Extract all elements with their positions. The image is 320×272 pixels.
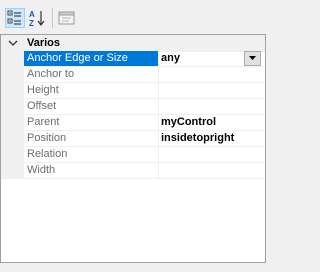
category-label: Varios — [27, 37, 61, 49]
property-name[interactable]: Relation — [24, 147, 158, 162]
property-name[interactable]: Position — [24, 131, 158, 146]
property-value[interactable] — [159, 147, 265, 162]
property-name[interactable]: Width — [24, 163, 158, 178]
dropdown-arrow-icon — [249, 56, 256, 60]
dropdown-button[interactable] — [244, 51, 261, 66]
category-row-varios[interactable]: Varios — [1, 35, 265, 52]
property-value[interactable] — [159, 99, 265, 114]
property-name[interactable]: Offset — [24, 99, 158, 114]
property-row-parent[interactable]: Parent myControl — [24, 115, 265, 131]
property-name[interactable]: Height — [24, 83, 158, 98]
property-row-offset[interactable]: Offset — [24, 99, 265, 115]
property-pages-button[interactable] — [57, 8, 77, 28]
property-row-height[interactable]: Height — [24, 83, 265, 99]
categorized-view-button[interactable] — [5, 8, 25, 28]
property-name[interactable]: Parent — [24, 115, 158, 130]
property-value[interactable]: myControl — [159, 115, 265, 130]
svg-text:A: A — [29, 10, 35, 19]
property-row-anchor-to[interactable]: Anchor to — [24, 67, 265, 83]
property-grid-margin — [1, 51, 24, 179]
property-grid: Varios Anchor Edge or Size any Anchor to… — [0, 34, 266, 263]
property-value[interactable] — [159, 67, 265, 82]
toolbar-separator — [52, 8, 53, 28]
svg-text:Z: Z — [29, 19, 34, 28]
property-name[interactable]: Anchor Edge or Size — [24, 51, 158, 66]
property-pages-icon — [58, 11, 75, 25]
property-value[interactable]: insidetopright — [159, 131, 265, 146]
property-row-relation[interactable]: Relation — [24, 147, 265, 163]
alphabetical-sort-button[interactable]: A Z — [27, 8, 47, 28]
property-row-width[interactable]: Width — [24, 163, 265, 179]
property-name[interactable]: Anchor to — [24, 67, 158, 82]
property-value[interactable] — [159, 83, 265, 98]
sort-az-icon: A Z — [29, 10, 45, 28]
property-grid-toolbar: A Z — [0, 0, 266, 32]
categorized-icon — [7, 10, 21, 25]
property-row-position[interactable]: Position insidetopright — [24, 131, 265, 147]
chevron-down-icon[interactable] — [8, 38, 18, 48]
property-value[interactable] — [159, 163, 265, 178]
property-row-anchor-edge-or-size[interactable]: Anchor Edge or Size any — [24, 51, 265, 67]
